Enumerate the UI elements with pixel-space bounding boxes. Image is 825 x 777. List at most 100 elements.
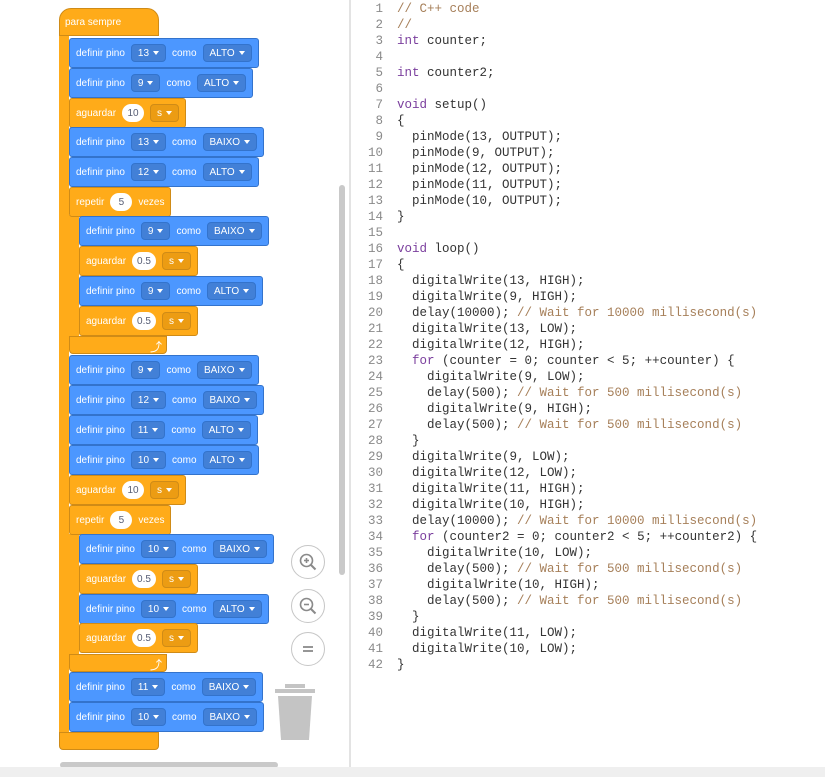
zoom-out-icon — [299, 597, 317, 615]
state-dropdown[interactable]: ALTO — [212, 600, 262, 618]
zoom-reset-button[interactable] — [291, 632, 325, 666]
wait-value-input[interactable]: 0.5 — [132, 252, 156, 270]
code-text: void loop() — [397, 241, 480, 257]
chevron-down-icon — [244, 140, 251, 144]
wait-block[interactable]: aguardar 0.5 s — [79, 623, 198, 653]
pin-dropdown[interactable]: 11 — [130, 421, 166, 439]
line-number: 23 — [367, 354, 383, 368]
state-dropdown[interactable]: BAIXO — [206, 222, 262, 240]
code-text: } — [397, 609, 420, 625]
unit-dropdown[interactable]: s — [150, 481, 180, 499]
wait-value-input[interactable]: 10 — [122, 481, 145, 499]
set-pin-block[interactable]: definir pino 11 como ALTO — [69, 415, 258, 445]
set-pin-block[interactable]: definir pino 9 como BAIXO — [69, 355, 259, 385]
state-dropdown[interactable]: BAIXO — [196, 361, 252, 379]
repeat-count-input[interactable]: 5 — [110, 511, 133, 529]
code-token: pinMode(11, OUTPUT); — [397, 178, 563, 192]
pin-dropdown[interactable]: 10 — [140, 600, 177, 618]
wait-block[interactable]: aguardar 10 s — [69, 98, 187, 128]
code-token: digitalWrite(10, LOW); — [397, 642, 578, 656]
pin-dropdown[interactable]: 9 — [130, 361, 161, 379]
state-dropdown[interactable]: BAIXO — [202, 708, 258, 726]
wait-value-input[interactable]: 0.5 — [132, 629, 156, 647]
unit-dropdown[interactable]: s — [161, 252, 191, 270]
forever-block[interactable]: para sempre — [59, 8, 159, 36]
pin-dropdown[interactable]: 10 — [130, 708, 167, 726]
code-comment: // Wait for 500 millisecond(s) — [517, 562, 743, 576]
pin-dropdown[interactable]: 9 — [130, 74, 161, 92]
pin-dropdown[interactable]: 12 — [130, 163, 167, 181]
pin-dropdown[interactable]: 9 — [140, 222, 171, 240]
state-dropdown[interactable]: BAIXO — [202, 133, 258, 151]
pin-dropdown[interactable]: 13 — [130, 44, 167, 62]
code-token: counter2; — [419, 66, 495, 80]
zoom-in-button[interactable] — [291, 545, 325, 579]
unit-dropdown[interactable]: s — [161, 312, 191, 330]
state-dropdown[interactable]: ALTO — [206, 282, 257, 300]
wait-block[interactable]: aguardar 0.5 s — [79, 246, 198, 276]
set-pin-block[interactable]: definir pino 10 como ALTO — [79, 594, 269, 624]
wait-block[interactable]: aguardar 0.5 s — [79, 306, 198, 336]
wait-value-input[interactable]: 0.5 — [132, 312, 156, 330]
line-number: 6 — [375, 82, 383, 96]
code-editor[interactable]: 1 // C++ code 2 // 3 int counter; 4 5 int counte… — [351, 0, 825, 777]
unit-dropdown[interactable]: s — [161, 629, 191, 647]
blocks-workspace[interactable]: para sempre ⤴ ⤴ definir pino 13 como ALTO de… — [0, 0, 349, 767]
code-token: digitalWrite(9, HIGH); — [397, 290, 578, 304]
state-dropdown[interactable]: ALTO — [202, 451, 252, 469]
state-dropdown[interactable]: BAIXO — [212, 540, 268, 558]
chevron-down-icon — [177, 636, 184, 640]
set-pin-block[interactable]: definir pino 10 como ALTO — [69, 445, 259, 475]
pin-dropdown[interactable]: 12 — [130, 391, 167, 409]
code-text: digitalWrite(9, HIGH); — [397, 401, 592, 417]
pin-dropdown[interactable]: 13 — [130, 133, 167, 151]
state-dropdown[interactable]: ALTO — [201, 421, 251, 439]
set-pin-block[interactable]: definir pino 12 como ALTO — [69, 157, 259, 187]
line-number: 22 — [367, 338, 383, 352]
pin-dropdown[interactable]: 10 — [140, 540, 177, 558]
repeat-2-spine — [69, 534, 79, 660]
repeat-block[interactable]: repetir 5 vezes — [69, 505, 172, 535]
pin-dropdown-value: 9 — [147, 225, 154, 237]
unit-dropdown[interactable]: s — [150, 104, 180, 122]
wait-value-input[interactable]: 0.5 — [132, 570, 156, 588]
chevron-down-icon — [153, 458, 160, 462]
repeat-count-input[interactable]: 5 — [110, 193, 133, 211]
chevron-down-icon — [163, 607, 170, 611]
code-token: loop() — [427, 242, 480, 256]
repeat-2-footer: ⤴ — [69, 654, 167, 672]
chevron-down-icon — [147, 368, 154, 372]
state-dropdown[interactable]: ALTO — [196, 74, 247, 92]
set-pin-block[interactable]: definir pino 10 como BAIXO — [79, 534, 275, 564]
pin-dropdown[interactable]: 10 — [130, 451, 167, 469]
pin-dropdown[interactable]: 9 — [140, 282, 171, 300]
unit-dropdown[interactable]: s — [161, 570, 191, 588]
workspace-vertical-scrollbar[interactable] — [339, 185, 345, 575]
wait-block[interactable]: aguardar 0.5 s — [79, 564, 198, 594]
set-pin-block[interactable]: definir pino 9 como BAIXO — [79, 216, 269, 246]
set-pin-block[interactable]: definir pino 10 como BAIXO — [69, 702, 265, 732]
pin-dropdown[interactable]: 11 — [130, 678, 166, 696]
state-dropdown[interactable]: BAIXO — [202, 391, 258, 409]
code-text: delay(500); // Wait for 500 millisecond(… — [397, 593, 742, 609]
set-pin-label: definir pino — [76, 454, 125, 466]
trash-icon[interactable] — [275, 684, 315, 740]
repeat-block[interactable]: repetir 5 vezes — [69, 187, 172, 217]
zoom-out-button[interactable] — [291, 589, 325, 623]
set-pin-block[interactable]: definir pino 13 como ALTO — [69, 38, 259, 68]
set-pin-block[interactable]: definir pino 9 como ALTO — [79, 276, 264, 306]
state-dropdown[interactable]: BAIXO — [201, 678, 257, 696]
state-dropdown[interactable]: ALTO — [202, 44, 252, 62]
set-pin-block[interactable]: definir pino 11 como BAIXO — [69, 672, 264, 702]
line-number: 20 — [367, 306, 383, 320]
set-pin-block[interactable]: definir pino 9 como ALTO — [69, 68, 254, 98]
wait-label: aguardar — [86, 573, 127, 585]
state-dropdown[interactable]: ALTO — [202, 163, 252, 181]
line-number: 14 — [367, 210, 383, 224]
wait-block[interactable]: aguardar 10 s — [69, 475, 187, 505]
set-pin-block[interactable]: definir pino 12 como BAIXO — [69, 385, 265, 415]
chevron-down-icon — [233, 81, 240, 85]
code-comment: // Wait for 10000 millisecond(s) — [517, 306, 758, 320]
set-pin-block[interactable]: definir pino 13 como BAIXO — [69, 127, 265, 157]
wait-value-input[interactable]: 10 — [122, 104, 145, 122]
